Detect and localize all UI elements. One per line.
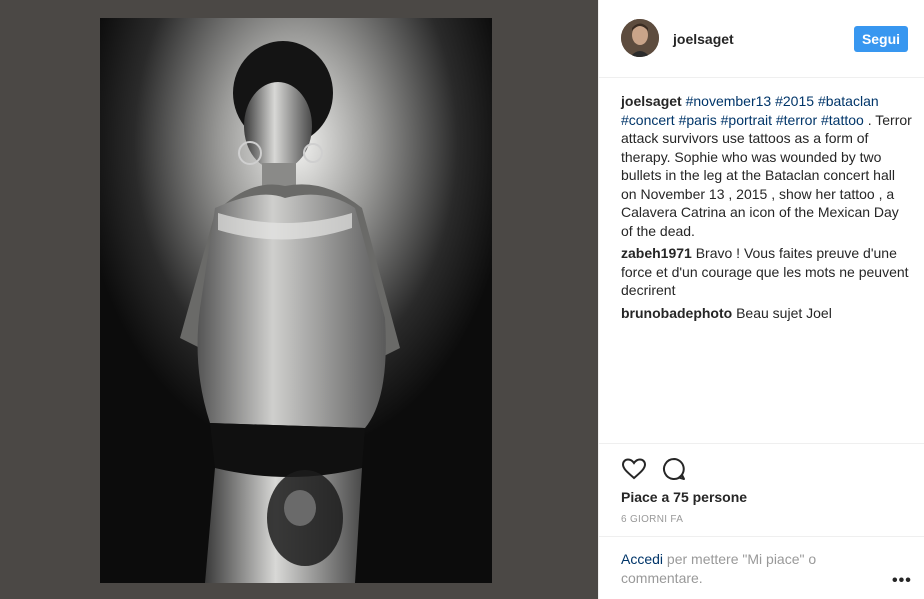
caption: joelsaget #november13 #2015 #bataclan #c…	[621, 92, 913, 240]
likes-count[interactable]: Piace a 75 persone	[621, 489, 747, 505]
hashtag-link[interactable]: #paris	[679, 112, 717, 128]
post-panel: joelsaget Segui joelsaget #november13 #2…	[598, 0, 924, 599]
caption-text: . Terror attack survivors use tattoos as…	[621, 111, 912, 239]
comment-text: Beau sujet Joel	[732, 304, 832, 321]
follow-button[interactable]: Segui	[854, 26, 908, 52]
hashtag-link[interactable]: #bataclan	[818, 93, 879, 109]
login-prompt-text: Accedi per mettere "Mi piace" o commenta…	[621, 550, 861, 587]
more-options-icon[interactable]: •••	[892, 572, 912, 590]
login-prompt: Accedi per mettere "Mi piace" o commenta…	[599, 536, 924, 594]
hashtag-link[interactable]: #terror	[776, 112, 817, 128]
post-header: joelsaget Segui	[599, 0, 924, 78]
hashtag-link[interactable]: #concert	[621, 112, 675, 128]
login-link[interactable]: Accedi	[621, 551, 663, 567]
post-actions: Piace a 75 persone 6 GIORNI FA Accedi pe…	[599, 443, 924, 593]
post-timestamp: 6 GIORNI FA	[621, 514, 684, 525]
avatar[interactable]	[621, 19, 659, 57]
hashtag-link[interactable]: #november13	[686, 93, 772, 109]
hashtag-link[interactable]: #tattoo	[821, 112, 864, 128]
caption-username[interactable]: joelsaget	[621, 93, 682, 109]
hashtag-link[interactable]: #portrait	[721, 112, 772, 128]
comments-list: joelsaget #november13 #2015 #bataclan #c…	[621, 92, 913, 326]
comment-username[interactable]: brunobadephoto	[621, 305, 732, 321]
post-photo[interactable]	[100, 18, 492, 583]
comment-username[interactable]: zabeh1971	[621, 245, 692, 261]
username[interactable]: joelsaget	[673, 31, 734, 47]
heart-icon[interactable]	[621, 456, 647, 482]
media-viewer	[0, 0, 598, 599]
comment-item: zabeh1971 Bravo ! Vous faites preuve d'u…	[621, 244, 913, 300]
comment-icon[interactable]	[661, 456, 687, 482]
comment-item: brunobadephoto Beau sujet Joel	[621, 304, 913, 323]
hashtag-link[interactable]: #2015	[775, 93, 814, 109]
